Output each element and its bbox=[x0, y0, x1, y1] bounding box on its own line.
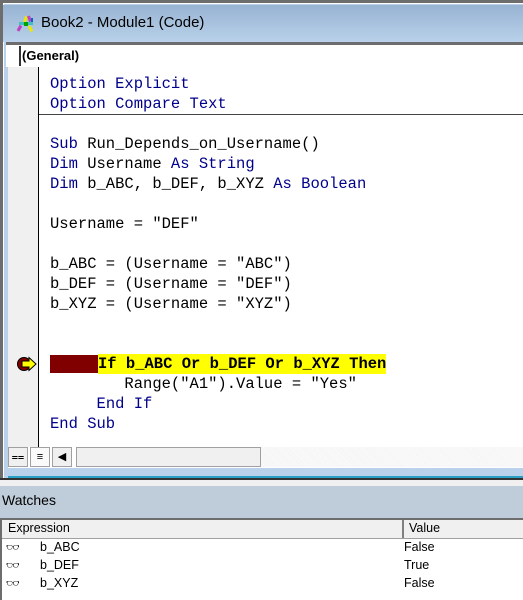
code-text[interactable]: Option Explicit Option Compare Text Sub Ru… bbox=[50, 74, 387, 434]
object-combo[interactable]: (General) bbox=[6, 45, 523, 68]
code-keyword: Dim bbox=[50, 175, 78, 193]
watch-glasses-icon: 👓︎ bbox=[6, 578, 20, 590]
code-token: If b_ABC Or b_DEF Or b_XYZ Then bbox=[98, 355, 387, 373]
code-line[interactable]: End Sub bbox=[50, 414, 386, 434]
watch-value: True bbox=[404, 558, 430, 572]
scrollbar-hatch bbox=[261, 447, 523, 467]
code-line[interactable] bbox=[50, 234, 386, 254]
column-header-expression[interactable]: Expression bbox=[8, 521, 70, 535]
object-combo-value: (General) bbox=[22, 48, 80, 63]
watch-glasses-icon: 👓︎ bbox=[6, 560, 20, 572]
code-line[interactable] bbox=[50, 194, 386, 214]
watch-value: False bbox=[404, 576, 435, 590]
horizontal-scroll-row: ⩵ ≡ ◀ bbox=[8, 447, 523, 468]
window-title: Book2 - Module1 (Code) bbox=[41, 14, 205, 31]
code-token: b_ABC = (Username = "ABC") bbox=[50, 255, 292, 273]
window-bottom-border bbox=[8, 468, 523, 478]
code-keyword: Sub bbox=[50, 135, 78, 153]
procedure-view-icon: ⩵ bbox=[11, 451, 25, 463]
watch-row[interactable]: 👓︎ b_DEF True bbox=[2, 557, 523, 574]
watch-expression: b_XYZ bbox=[40, 576, 79, 590]
horizontal-scrollbar-track[interactable] bbox=[76, 447, 261, 467]
watch-expression: b_ABC bbox=[40, 540, 80, 554]
column-header-value[interactable]: Value bbox=[409, 521, 440, 535]
code-line[interactable]: Sub Run_Depends_on_Username() bbox=[50, 134, 386, 154]
full-module-view-button[interactable]: ≡ bbox=[30, 447, 50, 467]
column-divider[interactable] bbox=[402, 520, 404, 538]
code-keyword: Option Explicit bbox=[50, 75, 190, 93]
scroll-left-button[interactable]: ◀ bbox=[52, 447, 72, 467]
code-line[interactable]: Option Compare Text bbox=[50, 94, 386, 114]
watches-title-bar[interactable]: Watches bbox=[0, 486, 523, 518]
watch-expression: b_DEF bbox=[40, 558, 79, 572]
code-token: b_ABC, b_DEF, b_XYZ bbox=[77, 175, 274, 193]
code-keyword: End Sub bbox=[50, 415, 116, 433]
full-module-view-icon: ≡ bbox=[36, 451, 44, 463]
code-line[interactable]: b_ABC = (Username = "ABC") bbox=[50, 254, 386, 274]
code-line[interactable]: b_DEF = (Username = "DEF") bbox=[50, 274, 386, 294]
title-bar[interactable]: Book2 - Module1 (Code) bbox=[3, 5, 523, 42]
margin-indicator-bar[interactable] bbox=[8, 67, 39, 447]
vba-module-icon bbox=[16, 15, 34, 33]
watch-value: False bbox=[404, 540, 435, 554]
watches-header: Expression Value bbox=[2, 520, 523, 539]
code-keyword: Dim bbox=[50, 155, 78, 173]
combo-edge bbox=[19, 46, 21, 66]
code-line[interactable] bbox=[50, 314, 386, 334]
watches-list[interactable]: Expression Value 👓︎ b_ABC False 👓︎ b_DEF… bbox=[0, 518, 523, 600]
code-line[interactable]: End If bbox=[50, 394, 386, 414]
execution-highlight: If b_ABC Or b_DEF Or b_XYZ Then bbox=[98, 354, 387, 374]
execution-point-arrow-icon bbox=[17, 356, 37, 372]
code-line[interactable]: Range("A1").Value = "Yes" bbox=[50, 374, 386, 394]
scroll-left-icon: ◀ bbox=[57, 451, 67, 463]
code-token: b_DEF = (Username = "DEF") bbox=[50, 275, 292, 293]
watch-glasses-icon: 👓︎ bbox=[6, 542, 20, 554]
code-line[interactable]: Option Explicit bbox=[50, 74, 386, 94]
code-keyword: As String bbox=[170, 155, 255, 173]
code-token: b_XYZ = (Username = "XYZ") bbox=[50, 295, 292, 313]
code-line[interactable] bbox=[50, 334, 386, 354]
code-token: Username = "DEF" bbox=[50, 215, 199, 233]
code-line-current[interactable]: If b_ABC Or b_DEF Or b_XYZ Then bbox=[50, 354, 387, 374]
code-line[interactable]: Dim b_ABC, b_DEF, b_XYZ As Boolean bbox=[50, 174, 386, 194]
code-line[interactable]: Username = "DEF" bbox=[50, 214, 386, 234]
code-line[interactable]: Dim Username As String bbox=[50, 154, 386, 174]
code-token: Username bbox=[77, 155, 171, 173]
code-editor[interactable]: Option Explicit Option Compare Text Sub Ru… bbox=[8, 67, 523, 447]
watches-title: Watches bbox=[2, 492, 56, 508]
breakpoint-marker bbox=[50, 355, 98, 373]
code-keyword: Option Compare Text bbox=[50, 95, 227, 113]
procedure-view-button[interactable]: ⩵ bbox=[8, 447, 28, 467]
code-token: Run_Depends_on_Username() bbox=[77, 135, 320, 153]
code-token: Range("A1").Value = "Yes" bbox=[50, 375, 357, 393]
watch-row[interactable]: 👓︎ b_ABC False bbox=[2, 539, 523, 556]
code-keyword: As Boolean bbox=[273, 175, 367, 193]
code-line[interactable] bbox=[50, 114, 386, 134]
watch-row[interactable]: 👓︎ b_XYZ False bbox=[2, 575, 523, 592]
code-line[interactable]: b_XYZ = (Username = "XYZ") bbox=[50, 294, 386, 314]
code-keyword: End If bbox=[96, 395, 153, 413]
